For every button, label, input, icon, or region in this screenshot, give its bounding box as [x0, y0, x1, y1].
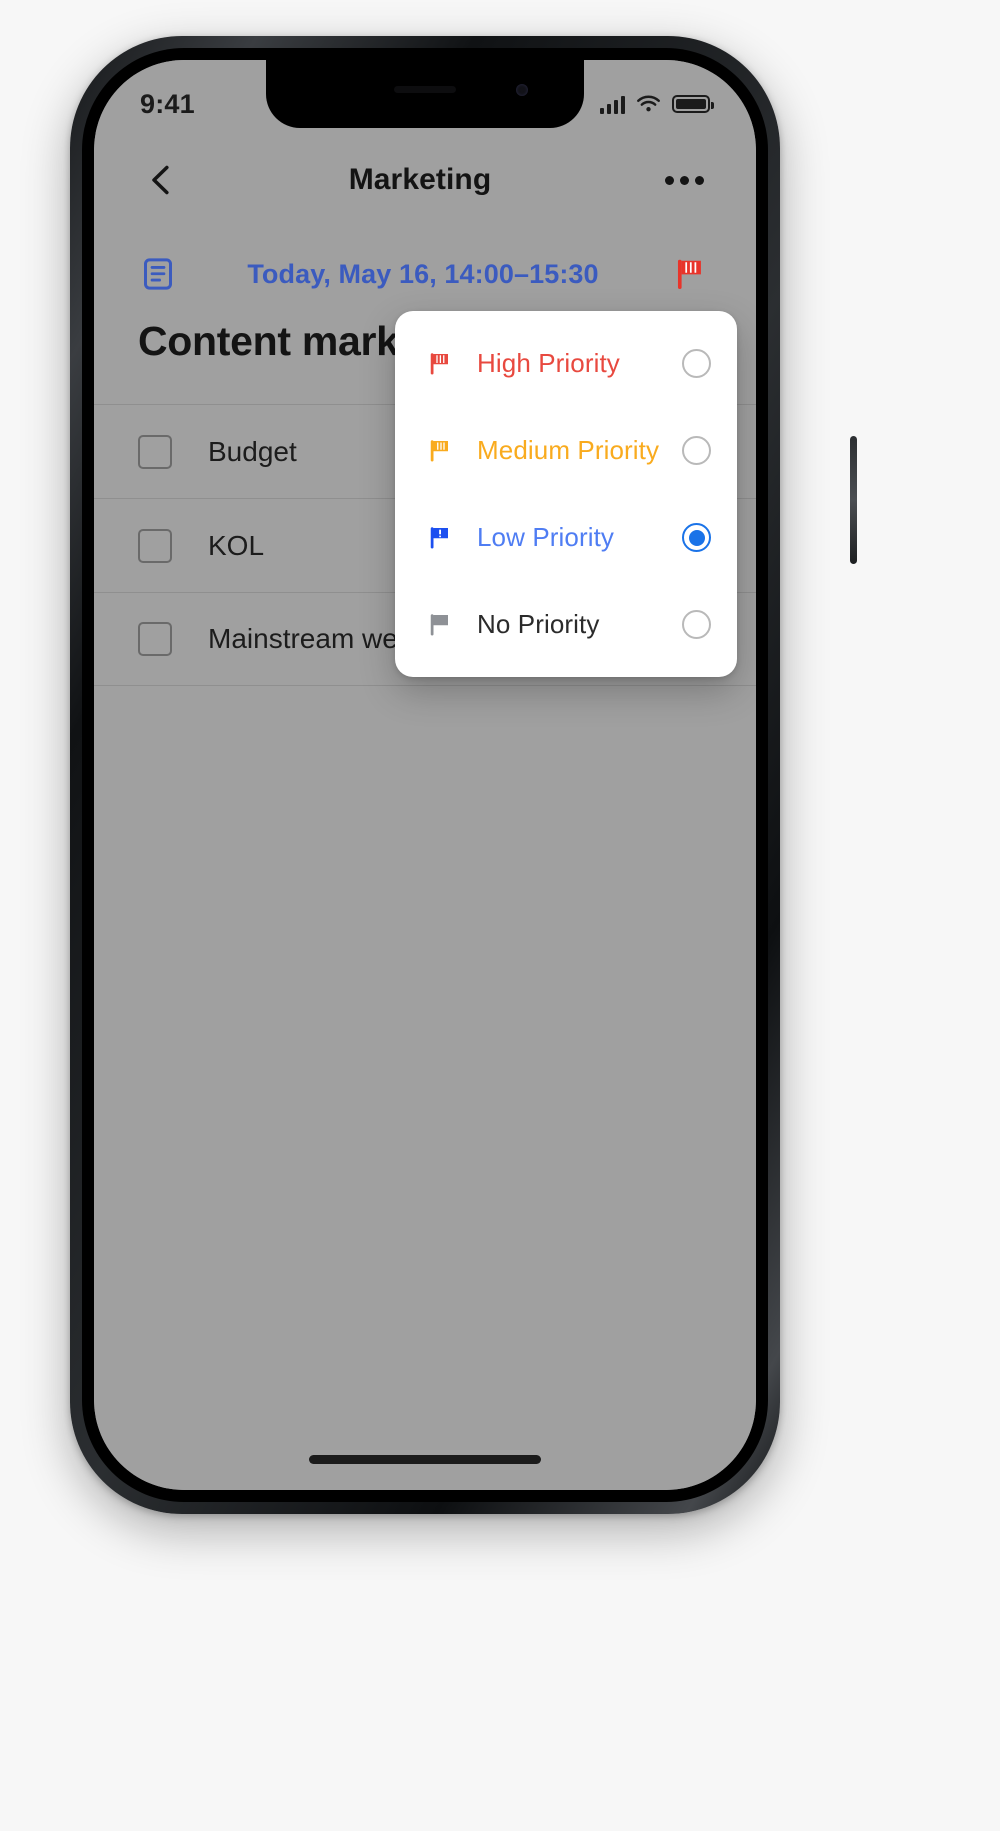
screenshot-root: 9:41 Marketing Today, May 16, 14:00–15:3… — [0, 0, 1000, 1831]
list-item-label: Budget — [208, 435, 297, 467]
flag-medium-icon — [423, 436, 457, 466]
note-lines-icon[interactable] — [138, 254, 178, 294]
priority-option-low[interactable]: Low Priority — [395, 494, 737, 581]
radio-unselected-icon[interactable] — [682, 436, 711, 465]
more-options-icon[interactable] — [656, 175, 712, 185]
status-bar-indicators — [599, 95, 714, 114]
home-indicator — [309, 1455, 541, 1464]
radio-unselected-icon[interactable] — [682, 349, 711, 378]
task-detail-screen: 9:41 Marketing Today, May 16, 14:00–15:3… — [94, 60, 756, 1490]
checkbox-unchecked-icon[interactable] — [138, 622, 172, 656]
phone-screen: 9:41 Marketing Today, May 16, 14:00–15:3… — [94, 60, 756, 1490]
status-bar-time: 9:41 — [140, 88, 195, 119]
radio-unselected-icon[interactable] — [682, 610, 711, 639]
checkbox-unchecked-icon[interactable] — [138, 528, 172, 563]
phone-device-frame: 9:41 Marketing Today, May 16, 14:00–15:3… — [70, 36, 857, 1514]
priority-option-medium[interactable]: Medium Priority — [395, 407, 737, 494]
flag-high-icon — [423, 349, 457, 379]
flag-none-icon — [423, 610, 457, 640]
front-camera — [516, 84, 528, 96]
list-item-label: KOL — [208, 529, 265, 561]
wifi-icon — [636, 95, 661, 114]
page-title: Marketing — [348, 163, 492, 196]
flag-low-icon — [423, 523, 457, 553]
priority-flag-button[interactable] — [668, 252, 712, 296]
priority-option-none[interactable]: No Priority — [395, 581, 737, 668]
priority-option-label: Medium Priority — [477, 435, 660, 465]
power-button[interactable] — [850, 436, 857, 564]
cellular-signal-icon — [599, 95, 625, 114]
priority-option-label: No Priority — [477, 609, 600, 639]
earpiece-speaker — [394, 86, 456, 93]
priority-option-high[interactable]: High Priority — [395, 320, 737, 407]
battery-full-icon — [672, 95, 714, 113]
radio-selected-icon[interactable] — [682, 523, 711, 552]
phone-notch — [266, 60, 584, 128]
task-datetime[interactable]: Today, May 16, 14:00–15:30 — [178, 259, 668, 290]
priority-option-label: Low Priority — [477, 522, 615, 552]
priority-popup-menu: High Priority Medium Priority Low Priori… — [395, 311, 737, 677]
chevron-left-icon[interactable] — [138, 157, 184, 203]
navigation-bar: Marketing — [94, 130, 756, 230]
schedule-row: Today, May 16, 14:00–15:30 — [94, 236, 756, 312]
checkbox-unchecked-icon[interactable] — [138, 434, 172, 469]
priority-option-label: High Priority — [477, 348, 620, 378]
